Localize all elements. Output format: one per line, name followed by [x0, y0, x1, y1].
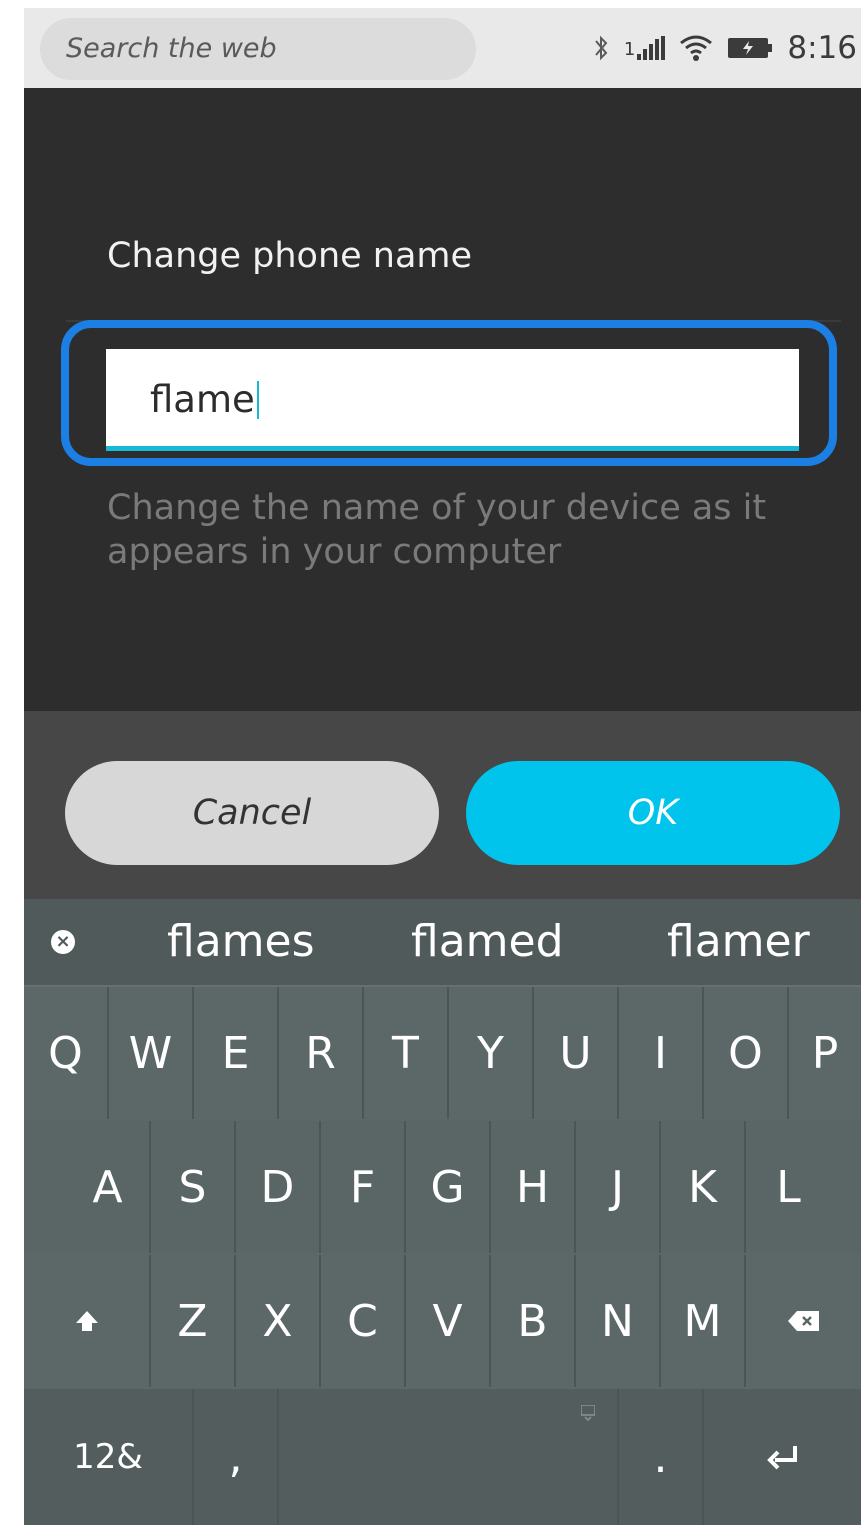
key-y[interactable]: Y — [449, 987, 534, 1119]
key-g[interactable]: G — [406, 1121, 491, 1253]
key-u[interactable]: U — [534, 987, 619, 1119]
space-key[interactable] — [279, 1389, 619, 1525]
key-row-1: Q W E R T Y U I O P — [24, 987, 861, 1119]
backspace-key[interactable] — [746, 1255, 861, 1387]
clock: 8:16 — [787, 30, 857, 66]
key-e[interactable]: E — [194, 987, 279, 1119]
key-q[interactable]: Q — [24, 987, 109, 1119]
key-row-2: A S D F G H J K L — [24, 1121, 861, 1253]
backspace-icon — [787, 1311, 819, 1331]
keyboard: × flames flamed flamer Q W E R T Y U I O… — [24, 899, 861, 1525]
status-icons: 1 8:16 — [592, 8, 861, 88]
key-j[interactable]: J — [576, 1121, 661, 1253]
phone-name-value: flame — [150, 349, 259, 451]
signal-indicator: 1 — [623, 36, 666, 60]
comma-key[interactable]: , — [194, 1389, 279, 1525]
key-row-3: Z X C V B N M — [24, 1255, 861, 1387]
keyboard-switch-icon — [581, 1405, 595, 1421]
key-p[interactable]: P — [789, 987, 861, 1119]
status-bar: Search the web 1 8:16 — [24, 8, 861, 88]
key-w[interactable]: W — [109, 987, 194, 1119]
help-text: Change the name of your device as it app… — [107, 488, 767, 572]
shift-key[interactable] — [24, 1255, 151, 1387]
cancel-button[interactable]: Cancel — [65, 761, 439, 865]
key-a[interactable]: A — [66, 1121, 151, 1253]
key-b[interactable]: B — [491, 1255, 576, 1387]
key-k[interactable]: K — [661, 1121, 746, 1253]
symbols-key-label: 12& — [73, 1437, 143, 1477]
key-o[interactable]: O — [704, 987, 789, 1119]
key-d[interactable]: D — [236, 1121, 321, 1253]
period-key-label: . — [653, 1431, 668, 1483]
dialog-title: Change phone name — [107, 236, 473, 276]
key-i[interactable]: I — [619, 987, 704, 1119]
key-v[interactable]: V — [406, 1255, 491, 1387]
key-m[interactable]: M — [661, 1255, 746, 1387]
signal-number: 1 — [623, 39, 636, 60]
dialog-button-bar: Cancel OK — [24, 711, 861, 899]
suggestion-bar: × flames flamed flamer — [24, 899, 861, 987]
search-bar[interactable]: Search the web — [40, 18, 476, 80]
key-f[interactable]: F — [321, 1121, 406, 1253]
phone-name-input[interactable]: flame — [106, 349, 799, 451]
ok-button[interactable]: OK — [466, 761, 840, 865]
bluetooth-icon — [592, 33, 610, 63]
key-n[interactable]: N — [576, 1255, 661, 1387]
phone-name-text: flame — [150, 378, 255, 421]
key-h[interactable]: H — [491, 1121, 576, 1253]
comma-key-label: , — [228, 1431, 243, 1483]
key-row-4: 12& , . — [24, 1389, 861, 1525]
search-placeholder: Search the web — [66, 33, 277, 64]
key-s[interactable]: S — [151, 1121, 236, 1253]
period-key[interactable]: . — [619, 1389, 704, 1525]
key-l[interactable]: L — [746, 1121, 831, 1253]
phone-screen: Search the web 1 8:16 Change phone name … — [24, 8, 861, 1525]
signal-icon — [637, 36, 666, 60]
suggestion-1[interactable]: flames — [167, 899, 315, 985]
suggestion-2[interactable]: flamed — [411, 899, 564, 985]
key-z[interactable]: Z — [151, 1255, 236, 1387]
enter-key[interactable] — [704, 1389, 861, 1525]
enter-icon — [766, 1446, 797, 1470]
text-caret — [256, 380, 259, 419]
suggestion-3[interactable]: flamer — [667, 899, 810, 985]
key-c[interactable]: C — [321, 1255, 406, 1387]
symbols-key[interactable]: 12& — [24, 1389, 194, 1525]
dismiss-suggestions-icon[interactable]: × — [51, 930, 75, 954]
battery-icon — [727, 36, 773, 60]
shift-icon — [75, 1311, 98, 1331]
key-r[interactable]: R — [279, 987, 364, 1119]
wifi-icon — [679, 34, 713, 62]
key-t[interactable]: T — [364, 987, 449, 1119]
key-x[interactable]: X — [236, 1255, 321, 1387]
